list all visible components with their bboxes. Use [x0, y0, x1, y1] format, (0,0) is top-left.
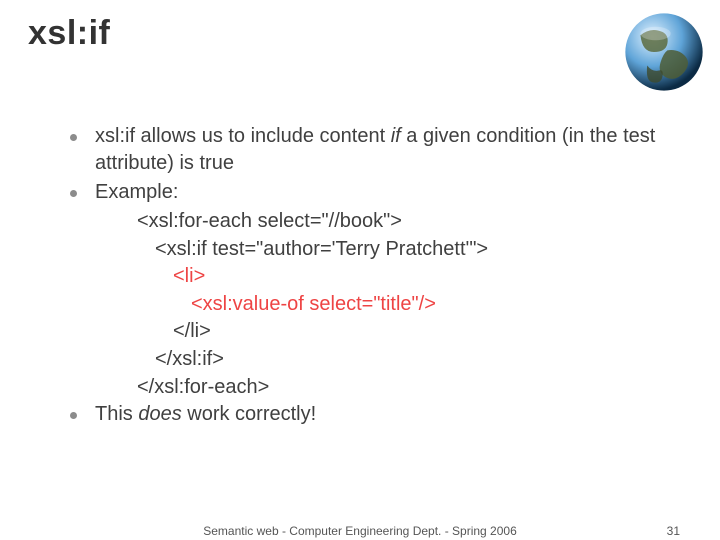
page-number: 31: [667, 524, 680, 538]
code-line-highlight: <li>: [95, 263, 692, 291]
bullet-1: xsl:if allows us to include content if a…: [70, 123, 692, 177]
code-line: </xsl:if>: [95, 346, 692, 374]
code-line-highlight: <xsl:value-of select="title"/>: [95, 291, 692, 319]
italic-does: does: [138, 403, 181, 425]
bullet-3: This does work correctly!: [70, 401, 692, 428]
code-block: <xsl:for-each select="//book"> <xsl:if t…: [95, 208, 692, 401]
inline-code-xslif: xsl:if: [95, 125, 135, 147]
bullet-dot: [70, 190, 77, 197]
code-line: </xsl:for-each>: [95, 374, 692, 402]
content-area: xsl:if allows us to include content if a…: [28, 123, 692, 428]
code-line: <xsl:for-each select="//book">: [95, 208, 692, 236]
bullet-2: Example:: [70, 179, 692, 206]
bullet-1-text: xsl:if allows us to include content if a…: [95, 123, 692, 177]
italic-if: if: [391, 125, 401, 147]
footer-text: Semantic web - Computer Engineering Dept…: [203, 524, 517, 538]
code-line: </li>: [95, 318, 692, 346]
inline-code-test: test: [623, 125, 655, 147]
bullet-2-text: Example:: [95, 179, 692, 206]
bullet-3-text: This does work correctly!: [95, 401, 692, 428]
bullet-dot: [70, 134, 77, 141]
earth-globe-icon: [622, 10, 706, 94]
slide: xsl:if xsl:if allows us to include conte…: [0, 0, 720, 540]
slide-title: xsl:if: [28, 14, 692, 53]
code-line: <xsl:if test="author='Terry Pratchett'">: [95, 236, 692, 264]
bullet-dot: [70, 412, 77, 419]
